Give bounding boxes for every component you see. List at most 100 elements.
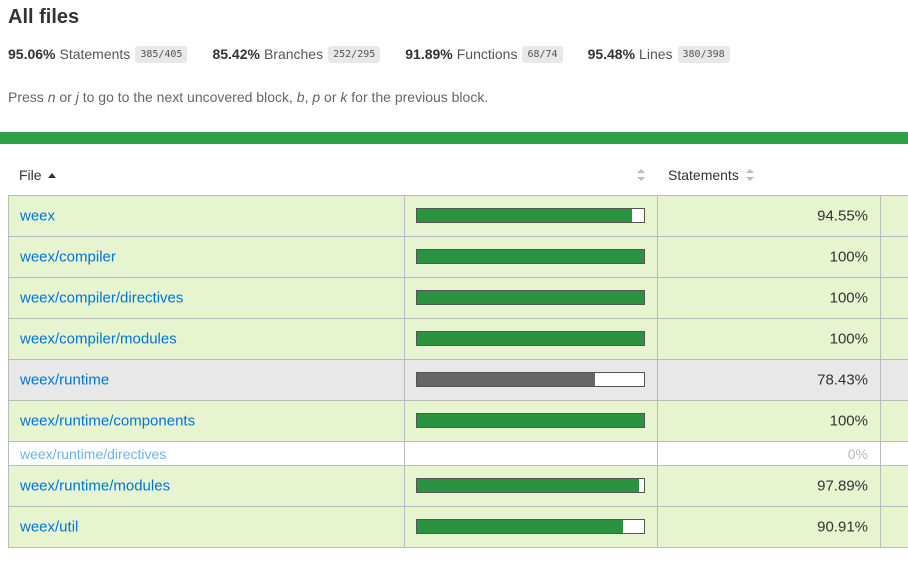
file-cell: weex/runtime: [8, 360, 405, 400]
summary-lines: 95.48% Lines 380/398: [587, 45, 730, 63]
help-key: b: [296, 89, 305, 105]
coverage-bar-cell: [405, 466, 658, 506]
summary-statements: 95.06% Statements 385/405: [8, 45, 188, 63]
file-cell: weex/runtime/components: [8, 401, 405, 441]
coverage-bar-fill: [417, 209, 632, 222]
file-link[interactable]: weex/compiler/directives: [20, 290, 183, 307]
summary-functions: 91.89% Functions 68/74: [405, 45, 563, 63]
sort-icon: [745, 169, 754, 181]
sort-icon[interactable]: [637, 169, 645, 181]
summary-pct: 91.89%: [405, 46, 453, 62]
file-link[interactable]: weex/util: [20, 519, 78, 536]
table-row: weex/compiler/modules 100%: [8, 319, 908, 360]
help-key: p: [312, 89, 321, 105]
statements-pct: 94.55%: [817, 207, 868, 225]
coverage-bar-cell: [405, 360, 658, 400]
summary-label: Statements: [59, 46, 131, 62]
statements-pct-cell: 94.55%: [658, 196, 881, 236]
table-body: weex 94.55% weex/compiler 100% weex/compiler…: [8, 196, 908, 548]
help-text: Press: [8, 89, 48, 105]
file-link[interactable]: weex/runtime/modules: [20, 478, 170, 495]
table-row: weex/compiler 100%: [8, 237, 908, 278]
table-row: weex 94.55%: [8, 196, 908, 237]
summary-label: Functions: [456, 46, 518, 62]
statements-pct: 90.91%: [817, 518, 868, 536]
table-row: weex/compiler/directives 100%: [8, 278, 908, 319]
file-cell: weex: [8, 196, 405, 236]
coverage-bar-fill: [417, 332, 644, 345]
coverage-bar: [416, 413, 645, 428]
coverage-bar-cell: [405, 278, 658, 318]
statements-pct-cell: 78.43%: [658, 360, 881, 400]
statements-column-header[interactable]: Statements: [668, 167, 754, 183]
summary-label: Lines: [639, 46, 673, 62]
coverage-bar-cell: [405, 507, 658, 547]
coverage-bar-fill: [417, 291, 644, 304]
summary-pct: 95.06%: [8, 46, 56, 62]
coverage-bar: [416, 290, 645, 305]
table-row: weex/runtime/components 100%: [8, 401, 908, 442]
statements-header-label: Statements: [668, 167, 739, 183]
file-link[interactable]: weex/compiler/modules: [20, 331, 177, 348]
coverage-bar-cell: [405, 442, 658, 465]
table-row: weex/util 90.91%: [8, 507, 908, 548]
statements-pct-cell: 0%: [658, 442, 881, 465]
coverage-table: File Statements weex 94.55% weex/compiler 1…: [8, 154, 908, 548]
statements-pct: 100%: [829, 248, 868, 266]
coverage-bar: [416, 331, 645, 346]
file-link[interactable]: weex/runtime/directives: [20, 446, 166, 462]
coverage-bar-cell: [405, 237, 658, 277]
help-text: to go to the next uncovered block,: [78, 89, 297, 105]
coverage-bar-fill: [417, 414, 644, 427]
table-header: File Statements: [8, 154, 908, 196]
help-text: for the previous block.: [347, 89, 489, 105]
coverage-bar-cell: [405, 319, 658, 359]
table-row: weex/runtime/directives 0%: [8, 442, 908, 466]
coverage-bar-fill: [417, 250, 644, 263]
file-cell: weex/compiler: [8, 237, 405, 277]
file-header-label: File: [19, 167, 42, 183]
coverage-bar: [416, 372, 645, 387]
summary-pct: 85.42%: [212, 46, 260, 62]
file-link[interactable]: weex/runtime: [20, 372, 109, 389]
statements-pct-cell: 100%: [658, 237, 881, 277]
summary-branches: 85.42% Branches 252/295: [212, 45, 381, 63]
summary-label: Branches: [263, 46, 324, 62]
statements-pct: 100%: [829, 289, 868, 307]
file-link[interactable]: weex/compiler: [20, 249, 116, 266]
keyboard-help-text: Press n or j to go to the next uncovered…: [8, 89, 488, 105]
coverage-bar: [416, 478, 645, 493]
summary-fraction: 380/398: [677, 45, 730, 63]
file-link[interactable]: weex: [20, 208, 55, 225]
file-link[interactable]: weex/runtime/components: [20, 413, 195, 430]
coverage-bar-cell: [405, 401, 658, 441]
coverage-bar-fill: [417, 520, 624, 533]
statements-pct-cell: 100%: [658, 401, 881, 441]
coverage-summary: 95.06% Statements 385/405 85.42% Branche…: [8, 44, 755, 64]
statements-pct-cell: 100%: [658, 319, 881, 359]
help-text: or: [55, 89, 76, 105]
summary-pct: 95.48%: [587, 46, 636, 62]
file-column-header[interactable]: File: [19, 167, 56, 183]
table-row: weex/runtime/modules 97.89%: [8, 466, 908, 507]
summary-fraction: 252/295: [328, 45, 381, 63]
coverage-bar-cell: [405, 196, 658, 236]
help-text: or: [320, 89, 341, 105]
statements-pct-cell: 100%: [658, 278, 881, 318]
file-cell: weex/runtime/modules: [8, 466, 405, 506]
table-row: weex/runtime 78.43%: [8, 360, 908, 401]
file-cell: weex/runtime/directives: [8, 442, 405, 465]
file-cell: weex/compiler/modules: [8, 319, 405, 359]
file-cell: weex/compiler/directives: [8, 278, 405, 318]
statements-pct: 0%: [847, 445, 868, 462]
coverage-status-bar: [0, 132, 908, 144]
statements-pct: 100%: [829, 330, 868, 348]
file-cell: weex/util: [8, 507, 405, 547]
statements-pct: 100%: [829, 412, 868, 430]
sort-ascending-icon: [47, 172, 56, 178]
page-title: All files: [8, 6, 80, 28]
summary-fraction: 68/74: [522, 45, 563, 63]
summary-fraction: 385/405: [135, 45, 188, 63]
coverage-bar-fill: [417, 373, 596, 386]
coverage-bar: [416, 519, 645, 534]
